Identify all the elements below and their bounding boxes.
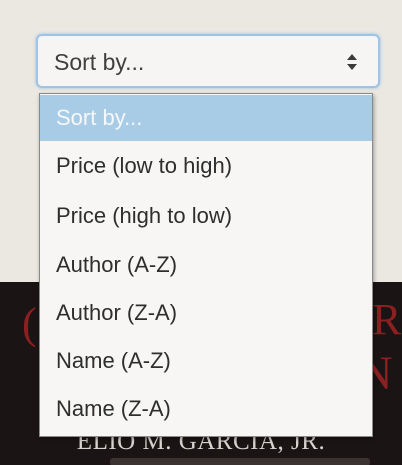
sort-option-price-asc[interactable]: Price (low to high) bbox=[40, 143, 372, 189]
cover-title-fragment: R bbox=[372, 295, 402, 344]
up-down-arrows-icon bbox=[347, 54, 357, 70]
sort-option-author-desc[interactable]: Author (Z-A) bbox=[40, 290, 372, 336]
sort-option-default[interactable]: Sort by... bbox=[40, 95, 372, 141]
sort-option-name-desc[interactable]: Name (Z-A) bbox=[40, 386, 372, 432]
sort-option-name-asc[interactable]: Name (A-Z) bbox=[40, 338, 372, 384]
sort-option-price-desc[interactable]: Price (high to low) bbox=[40, 193, 372, 239]
cover-subtitle-blur bbox=[110, 458, 370, 465]
cover-title-fragment: ( bbox=[22, 299, 37, 348]
sort-select-value: Sort by... bbox=[54, 49, 145, 75]
sort-select[interactable]: Sort by... bbox=[36, 34, 380, 88]
sort-options-list: Sort by... Price (low to high) Price (hi… bbox=[39, 93, 373, 437]
sort-option-author-asc[interactable]: Author (A-Z) bbox=[40, 242, 372, 288]
